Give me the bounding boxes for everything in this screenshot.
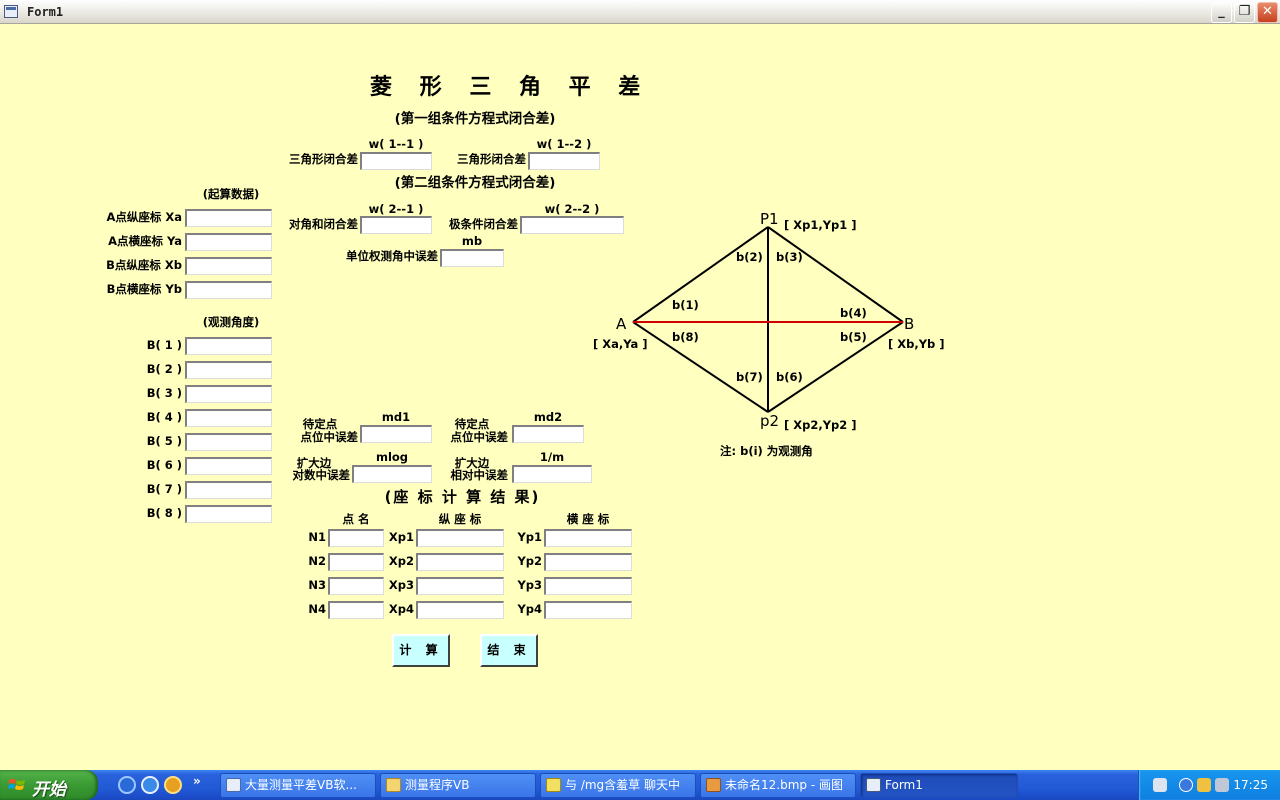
- angle-b4-label: b(4): [840, 306, 867, 320]
- qq-tray-icon[interactable]: [1197, 778, 1211, 792]
- angle-b8-label: b(8): [672, 330, 699, 344]
- taskbar-item-paint[interactable]: 未命名12.bmp - 画图: [700, 773, 856, 798]
- close-button[interactable]: ✕: [1257, 2, 1278, 23]
- b-coord-label: [ Xb,Yb ]: [888, 337, 945, 351]
- restore-button[interactable]: ❐: [1234, 2, 1255, 23]
- point-b-label: B: [904, 315, 915, 333]
- paint-icon: [706, 778, 721, 792]
- start-button[interactable]: 开始: [0, 770, 98, 800]
- edge-p2-a: [632, 321, 769, 413]
- tray-expand-icon[interactable]: [1179, 778, 1193, 792]
- system-tray: 17:25: [1138, 770, 1280, 800]
- taskbar-item-label: 未命名12.bmp - 画图: [725, 778, 843, 792]
- rhombus-diagram: [632, 226, 904, 413]
- form-client-area: 菱 形 三 角 平 差 (第一组条件方程式闭合差) (第二组条件方程式闭合差) …: [0, 24, 1280, 770]
- point-p2-label: p2: [760, 412, 780, 430]
- edge-p1-b: [767, 226, 904, 323]
- qq-quicklaunch-icon[interactable]: [164, 776, 182, 794]
- taskbar-item-label: 测量程序VB: [405, 778, 470, 792]
- minimize-button[interactable]: _: [1211, 2, 1232, 23]
- edge-a-p1: [632, 226, 769, 323]
- clock: 17:25: [1233, 778, 1268, 792]
- volume-icon[interactable]: [1215, 778, 1229, 792]
- angle-b3-label: b(3): [776, 250, 803, 264]
- quicklaunch-more-chevron-icon[interactable]: »: [193, 774, 201, 788]
- taskbar-item-chat[interactable]: 与 /mg含羞草 聊天中: [540, 773, 696, 798]
- form-window-icon: [866, 778, 881, 792]
- windows-logo-icon: [8, 779, 25, 790]
- folder-icon: [386, 778, 401, 792]
- ie-page-icon: [226, 778, 241, 792]
- taskbar-item-label: Form1: [885, 778, 923, 792]
- taskbar-item-form1[interactable]: Form1: [860, 773, 1018, 798]
- form-window-icon: [4, 5, 18, 18]
- point-p1-label: P1: [760, 210, 779, 228]
- keyboard-icon[interactable]: [1153, 778, 1167, 792]
- taskbar: 开始 » 大量测量平差VB软... 测量程序VB 与 /mg含羞草 聊天中 未命…: [0, 770, 1280, 800]
- start-label: 开始: [32, 780, 66, 800]
- angle-b2-label: b(2): [736, 250, 763, 264]
- angle-b7-label: b(7): [736, 370, 763, 384]
- angle-b6-label: b(6): [776, 370, 803, 384]
- angle-b1-label: b(1): [672, 298, 699, 312]
- desktop-quicklaunch-icon[interactable]: [118, 776, 136, 794]
- taskbar-item-folder[interactable]: 测量程序VB: [380, 773, 536, 798]
- taskbar-item-vb-software[interactable]: 大量测量平差VB软...: [220, 773, 376, 798]
- edge-b-p2: [767, 321, 904, 413]
- taskbar-item-label: 与 /mg含羞草 聊天中: [565, 778, 680, 792]
- taskbar-item-label: 大量测量平差VB软...: [245, 778, 357, 792]
- ie-quicklaunch-icon[interactable]: [141, 776, 159, 794]
- point-a-label: A: [616, 315, 627, 333]
- chat-icon: [546, 778, 561, 792]
- window-title: Form1: [27, 5, 64, 19]
- angle-b5-label: b(5): [840, 330, 867, 344]
- diagram-note: 注: b(i) 为观测角: [720, 444, 813, 458]
- p2-coord-label: [ Xp2,Yp2 ]: [784, 418, 857, 432]
- p1-coord-label: [ Xp1,Yp1 ]: [784, 218, 857, 232]
- window-title-bar[interactable]: Form1 _ ❐ ✕: [0, 0, 1280, 24]
- a-coord-label: [ Xa,Ya ]: [593, 337, 648, 351]
